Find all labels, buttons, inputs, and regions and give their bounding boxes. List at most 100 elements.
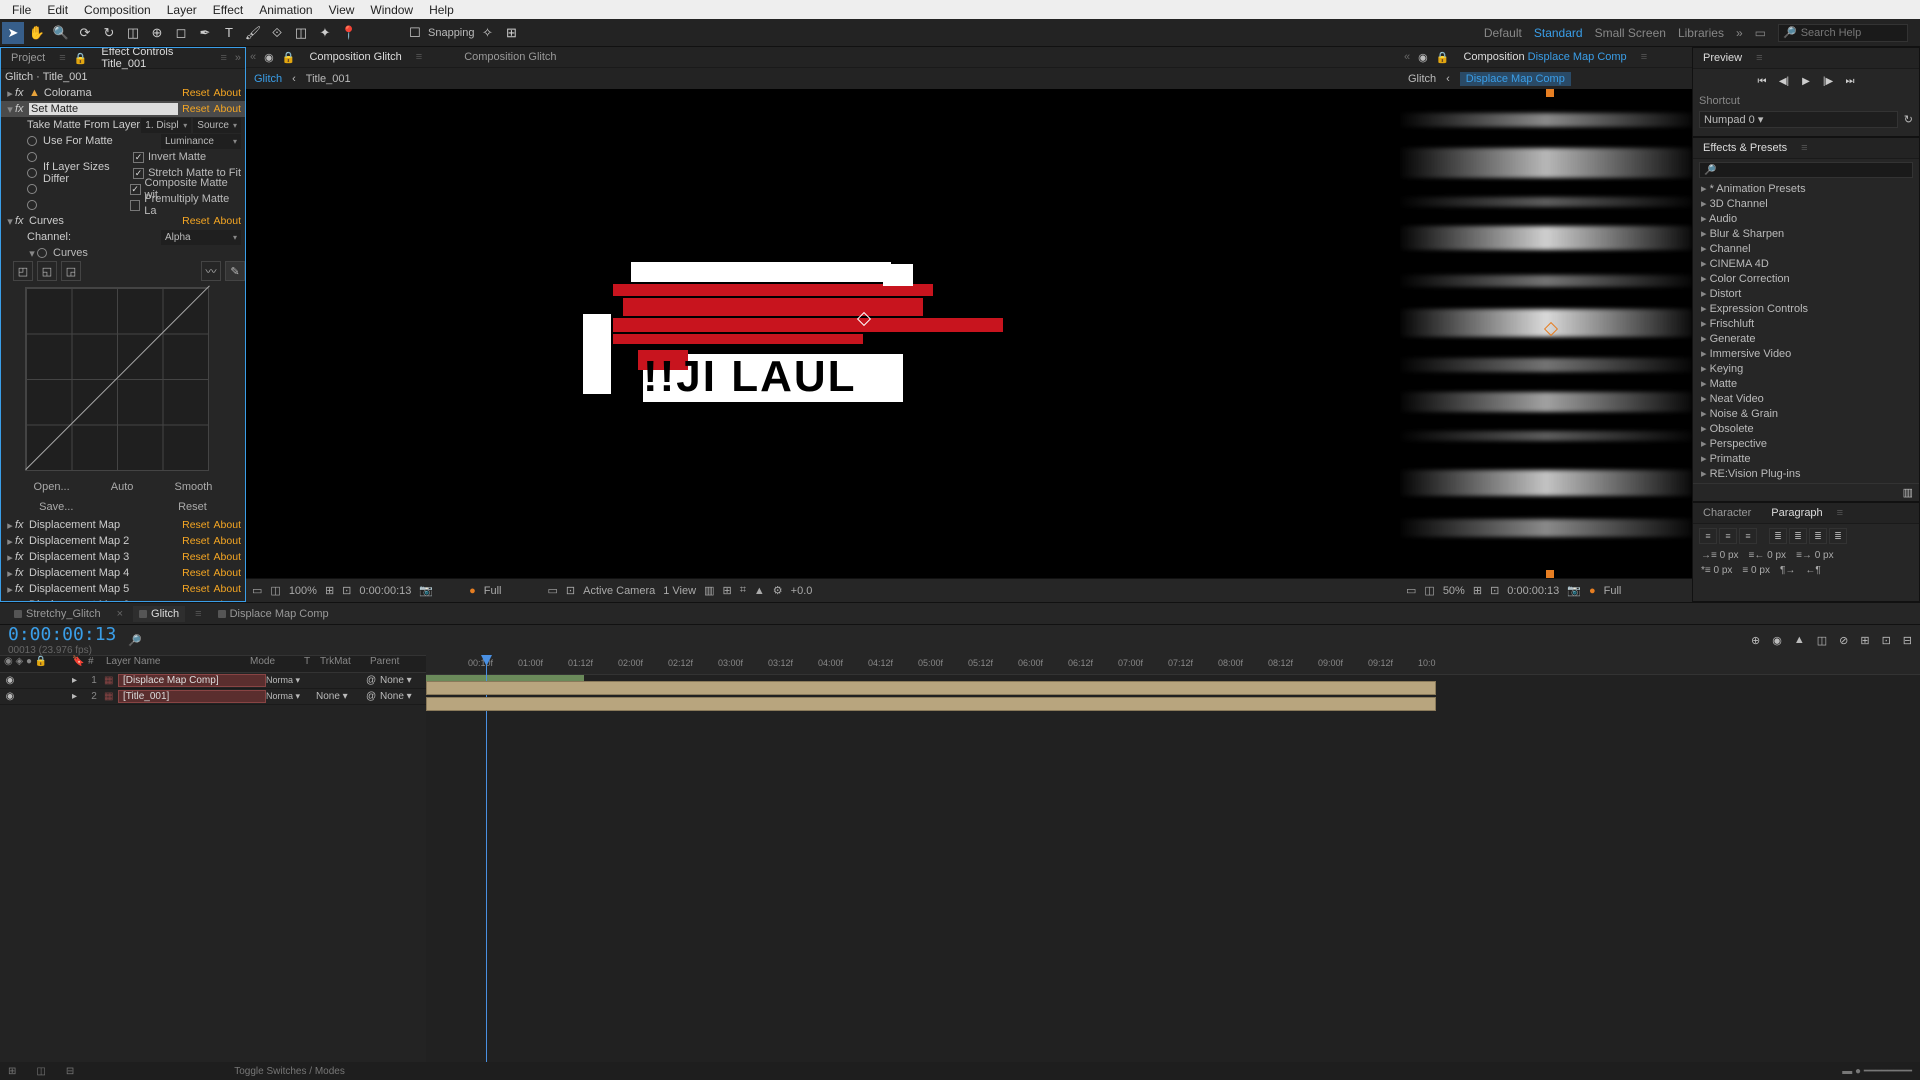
twirl-icon[interactable]: ▸ [72, 675, 84, 686]
footer-icon[interactable]: ▲ [754, 585, 765, 597]
twirl-icon[interactable]: ▾ [5, 215, 15, 228]
shortcut-dropdown[interactable]: Numpad 0 ▾ [1699, 111, 1898, 128]
tab-comp-glitch-2[interactable]: Composition Glitch [458, 49, 562, 65]
curve-mode-1[interactable]: ◰ [13, 261, 33, 281]
reset-link[interactable]: Reset [182, 87, 209, 99]
crumb-glitch[interactable]: Glitch [254, 73, 282, 85]
preset-category[interactable]: Perspective [1693, 436, 1919, 451]
fx-badge[interactable]: fx [15, 215, 29, 227]
footer-icon[interactable]: ▭ [547, 584, 557, 597]
twirl-icon[interactable]: ▾ [5, 103, 15, 116]
keyframe-toggle[interactable] [27, 136, 37, 146]
preset-category[interactable]: Keying [1693, 361, 1919, 376]
close-icon[interactable]: × [117, 608, 123, 620]
parent-dropdown[interactable]: None ▾ [380, 675, 426, 686]
layer-name[interactable]: [Displace Map Comp] [118, 674, 266, 687]
footer-icon[interactable]: ⊞ [722, 584, 731, 597]
align-left-icon[interactable]: ≡ [1699, 528, 1717, 544]
menu-animation[interactable]: Animation [251, 0, 320, 20]
footer-icon[interactable]: ▭ [1406, 584, 1416, 597]
premult-checkbox[interactable] [130, 200, 141, 211]
menu-window[interactable]: Window [362, 0, 421, 20]
about-link[interactable]: About [214, 103, 241, 115]
twirl-icon[interactable]: ▸ [5, 87, 15, 100]
keyframe-toggle[interactable] [27, 200, 37, 210]
preset-category[interactable]: Matte [1693, 376, 1919, 391]
tl-tool-icon[interactable]: ⊘ [1839, 634, 1848, 647]
about-link[interactable]: About [214, 535, 241, 547]
keyframe-toggle[interactable] [27, 184, 37, 194]
next-frame-button[interactable]: |▶ [1820, 73, 1836, 89]
curve-bezier-icon[interactable]: 〰 [201, 261, 221, 281]
align-right-icon[interactable]: ≡ [1739, 528, 1757, 544]
fx-badge[interactable]: fx [15, 535, 29, 547]
last-frame-button[interactable]: ⏭ [1842, 73, 1858, 89]
justify-center-icon[interactable]: ≣ [1789, 528, 1807, 544]
preset-category[interactable]: Distort [1693, 286, 1919, 301]
clone-tool[interactable]: ⟐ [266, 22, 288, 44]
reset-link[interactable]: Reset [182, 599, 209, 601]
footer-icon[interactable]: ⊡ [342, 584, 351, 597]
use-for-matte-dropdown[interactable]: Luminance [161, 134, 241, 149]
snap-opt2-icon[interactable]: ⊞ [501, 22, 523, 44]
layer-name[interactable]: [Title_001] [118, 690, 266, 703]
composite-checkbox[interactable] [130, 184, 141, 195]
effect-disp-4[interactable]: Displacement Map 4 [29, 567, 178, 579]
reset-link[interactable]: Reset [182, 535, 209, 547]
footer-icon[interactable]: ⊞ [1473, 584, 1482, 597]
tab-effects-presets[interactable]: Effects & Presets [1697, 140, 1793, 156]
menu-edit[interactable]: Edit [39, 0, 76, 20]
reset-link[interactable]: Reset [182, 103, 209, 115]
blend-mode-dropdown[interactable]: Norma ▾ [266, 675, 316, 686]
tab-displace-comp[interactable]: Composition Displace Map Comp [1457, 49, 1632, 65]
preset-category[interactable]: Primatte [1693, 451, 1919, 466]
menu-composition[interactable]: Composition [76, 0, 159, 20]
footer-icon[interactable]: ⊞ [325, 584, 334, 597]
view-dropdown[interactable]: 1 View [663, 585, 696, 597]
fx-badge[interactable]: fx [15, 551, 29, 563]
menu-layer[interactable]: Layer [159, 0, 205, 20]
exposure-value[interactable]: +0.0 [791, 585, 813, 597]
preset-category[interactable]: Audio [1693, 211, 1919, 226]
preset-category[interactable]: Blur & Sharpen [1693, 226, 1919, 241]
roto-tool[interactable]: ✦ [314, 22, 336, 44]
tab-project[interactable]: Project [5, 50, 51, 66]
workspace-chevron-icon[interactable]: » [1736, 26, 1743, 40]
effect-disp-2[interactable]: Displacement Map 2 [29, 535, 178, 547]
preset-category[interactable]: Noise & Grain [1693, 406, 1919, 421]
search-icon[interactable]: 🔎 [128, 634, 142, 647]
new-bin-icon[interactable]: ▥ [1903, 486, 1913, 499]
visibility-toggle[interactable]: ◉ [0, 675, 20, 686]
preset-category[interactable]: Color Correction [1693, 271, 1919, 286]
footer-icon[interactable]: ▭ [252, 584, 262, 597]
save-button[interactable]: Save... [39, 501, 73, 513]
playhead[interactable] [486, 655, 487, 1062]
snap-opt-icon[interactable]: ✧ [477, 22, 499, 44]
menu-effect[interactable]: Effect [205, 0, 251, 20]
workspace-standard[interactable]: Standard [1534, 26, 1583, 40]
preset-category[interactable]: CINEMA 4D [1693, 256, 1919, 271]
time-display[interactable]: 0:00:00:13 [359, 585, 411, 597]
twirl-icon[interactable]: ▸ [5, 519, 15, 532]
layer-color-icon[interactable]: ▦ [104, 675, 118, 686]
rotate-tool[interactable]: ↻ [98, 22, 120, 44]
justify-all-icon[interactable]: ≣ [1829, 528, 1847, 544]
invert-checkbox[interactable] [133, 152, 144, 163]
footer-icon[interactable]: ◫ [1424, 584, 1434, 597]
twirl-icon[interactable]: ▸ [5, 551, 15, 564]
tl-tool-icon[interactable]: ◫ [1817, 634, 1827, 647]
about-link[interactable]: About [214, 583, 241, 595]
lock-icon[interactable]: 🔒 [1436, 51, 1450, 64]
footer-icon[interactable]: ⊡ [566, 584, 575, 597]
tl-tool-icon[interactable]: ◉ [1772, 634, 1782, 647]
time-display[interactable]: 0:00:00:13 [1507, 585, 1559, 597]
color-icon[interactable]: ● [469, 585, 476, 597]
keyframe-toggle[interactable] [27, 168, 37, 178]
layer-bar-2[interactable] [426, 697, 1436, 711]
footer-icon[interactable]: ⊡ [1490, 584, 1499, 597]
timeline-tab-stretchy[interactable]: Stretchy_Glitch [8, 606, 107, 622]
first-frame-button[interactable]: ⏮ [1754, 73, 1770, 89]
reset-link[interactable]: Reset [182, 215, 209, 227]
justify-right-icon[interactable]: ≣ [1809, 528, 1827, 544]
effect-colorama[interactable]: Colorama [44, 87, 178, 99]
